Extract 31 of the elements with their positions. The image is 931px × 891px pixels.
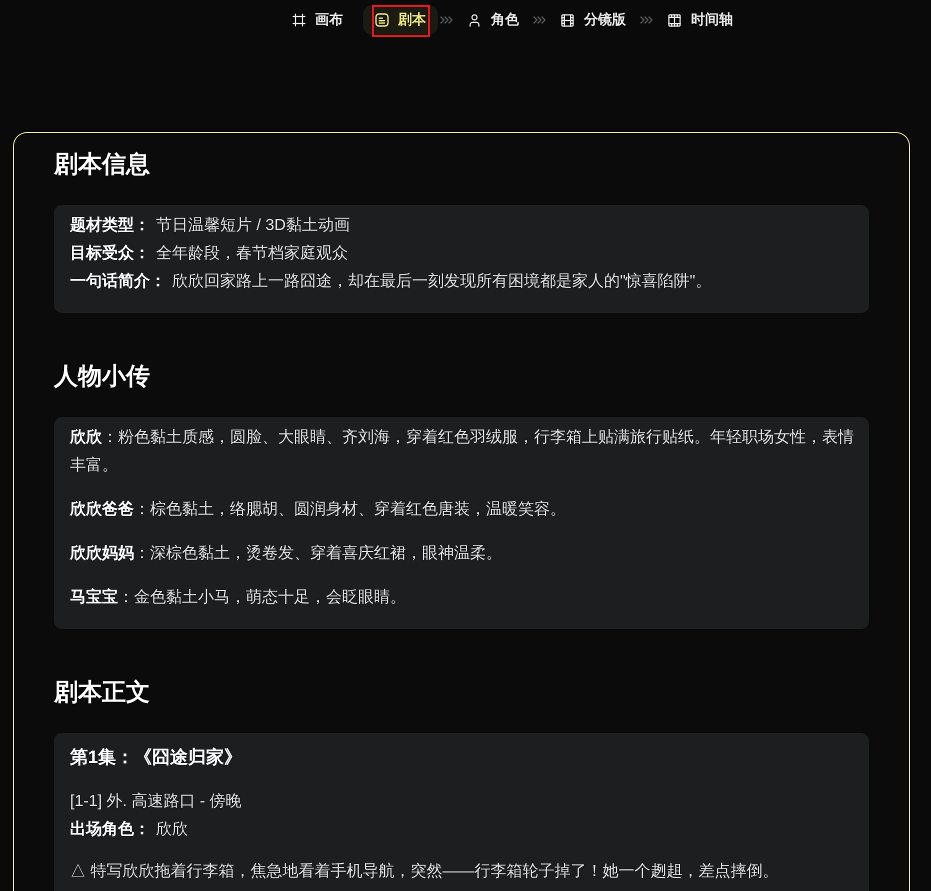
chevrons-icon [440,16,453,24]
film-icon [560,12,575,28]
character-profile: 马宝宝：金色黏土小马，萌态十足，会眨眼睛。 [70,587,407,608]
nav-tab[interactable]: 画布 [280,5,355,35]
nav-tab[interactable]: 分镜版 [548,5,638,35]
section-heading: 剧本正文 [54,678,151,708]
chevrons-icon [640,16,653,24]
field-value: 节日温馨短片 / 3D黏土动画 [156,216,350,236]
nav-tab[interactable]: 时间轴 [655,5,745,35]
nav-tab[interactable]: 剧本 [363,5,438,35]
scene-heading: [1-1] 外. 高速路口 - 傍晚 [70,792,243,812]
person-icon [467,12,482,28]
field-label: 目标受众： [70,243,150,264]
episode-title: 第1集：《囧途归家》 [70,746,244,769]
action-line: △ 特写欣欣拖着行李箱，焦急地看着手机导航，突然——行李箱轮子掉了！她一个趔趄，差点摔倒。 [70,862,780,882]
section-heading: 剧本信息 [54,150,151,180]
field-label: 题材类型： [70,216,150,236]
chevrons-icon [533,16,546,24]
film-strip-icon [667,12,682,28]
field-value: 全年龄段，春节档家庭观众 [156,244,348,264]
cast-value: 欣欣 [156,820,188,840]
character-profile: 欣欣爸爸：棕色黏土，络腮胡、圆润身材、穿着红色唐装，温暖笑容。 [70,500,567,520]
field-value: 欣欣回家路上一路囧途，却在最后一刻发现所有困境都是家人的"惊喜陷阱"。 [172,272,712,292]
field-label: 一句话简介： [70,272,166,292]
character-profile: 欣欣妈妈：深棕色黏土，烫卷发、穿着喜庆红裙，眼神温柔。 [70,544,503,564]
nav-tab[interactable]: 角色 [455,5,531,35]
frame-icon [292,13,306,27]
character-profile: 欣欣：粉色黏土质感，圆脸、大眼睛、齐刘海，穿着红色羽绒服，行李箱上贴满旅行贴纸。年轻职场女性，表情丰富。 [70,428,855,476]
document-icon [375,13,389,27]
cast-label: 出场角色： [70,820,150,840]
section-heading: 人物小传 [54,362,151,392]
